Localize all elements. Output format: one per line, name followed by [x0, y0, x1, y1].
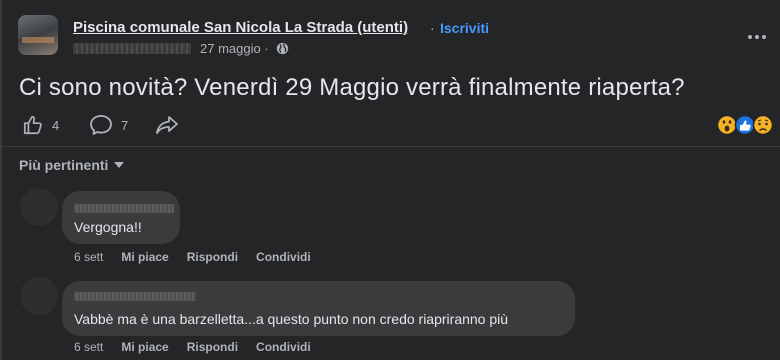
comment-actions: 6 sett Mi piace Rispondi Condividi [74, 250, 311, 264]
comment-icon [90, 115, 112, 135]
comment-share-button[interactable]: Condividi [256, 250, 311, 264]
comment-actions: 6 sett Mi piace Rispondi Condividi [74, 340, 311, 354]
like-count: 4 [52, 117, 60, 133]
comment-count: 7 [121, 117, 129, 133]
reaction-summary[interactable] [716, 114, 776, 136]
commenter-name-redacted [74, 204, 174, 213]
comment-share-button[interactable]: Condividi [256, 340, 311, 354]
like-button[interactable]: 4 [22, 114, 59, 136]
join-group-link[interactable]: Iscriviti [440, 20, 489, 36]
commenter-avatar[interactable] [20, 277, 58, 315]
more-options-icon[interactable] [746, 28, 768, 46]
window-edge [0, 0, 2, 360]
comment-text: Vabbè ma è una barzelletta...a questo pu… [74, 311, 509, 327]
commenter-avatar[interactable] [20, 188, 58, 226]
share-button[interactable] [155, 114, 179, 136]
globe-icon [276, 42, 289, 55]
like-reaction-icon [734, 114, 756, 136]
comment-bubble: Vabbè ma è una barzelletta...a questo pu… [62, 281, 575, 336]
comment-time[interactable]: 6 sett [74, 250, 103, 264]
share-icon [156, 116, 178, 134]
comment-sort-dropdown[interactable]: Più pertinenti [19, 157, 125, 173]
section-divider [0, 146, 780, 147]
header-separator: · [430, 20, 435, 36]
thumbs-up-icon [23, 115, 42, 135]
comment-reply-button[interactable]: Rispondi [187, 340, 238, 354]
comment-time[interactable]: 6 sett [74, 340, 103, 354]
post-text: Ci sono novità? Venerdì 29 Maggio verrà … [19, 74, 685, 101]
comment-like-button[interactable]: Mi piace [121, 250, 168, 264]
post-date[interactable]: 27 maggio · [200, 41, 269, 56]
sad-reaction-icon [752, 114, 774, 136]
comment-button[interactable]: 7 [89, 114, 128, 136]
sort-label: Più pertinenti [19, 157, 109, 173]
group-name-link[interactable]: Piscina comunale San Nicola La Strada (u… [73, 19, 408, 36]
commenter-name-redacted [74, 292, 196, 301]
comment-bubble: Vergogna!! [62, 191, 180, 244]
comment-text: Vergogna!! [74, 219, 142, 235]
group-avatar[interactable] [18, 15, 58, 55]
comment-like-button[interactable]: Mi piace [121, 340, 168, 354]
comment-reply-button[interactable]: Rispondi [187, 250, 238, 264]
author-name-redacted [73, 43, 191, 54]
caret-down-icon [114, 162, 125, 168]
wow-reaction-icon [716, 114, 738, 136]
